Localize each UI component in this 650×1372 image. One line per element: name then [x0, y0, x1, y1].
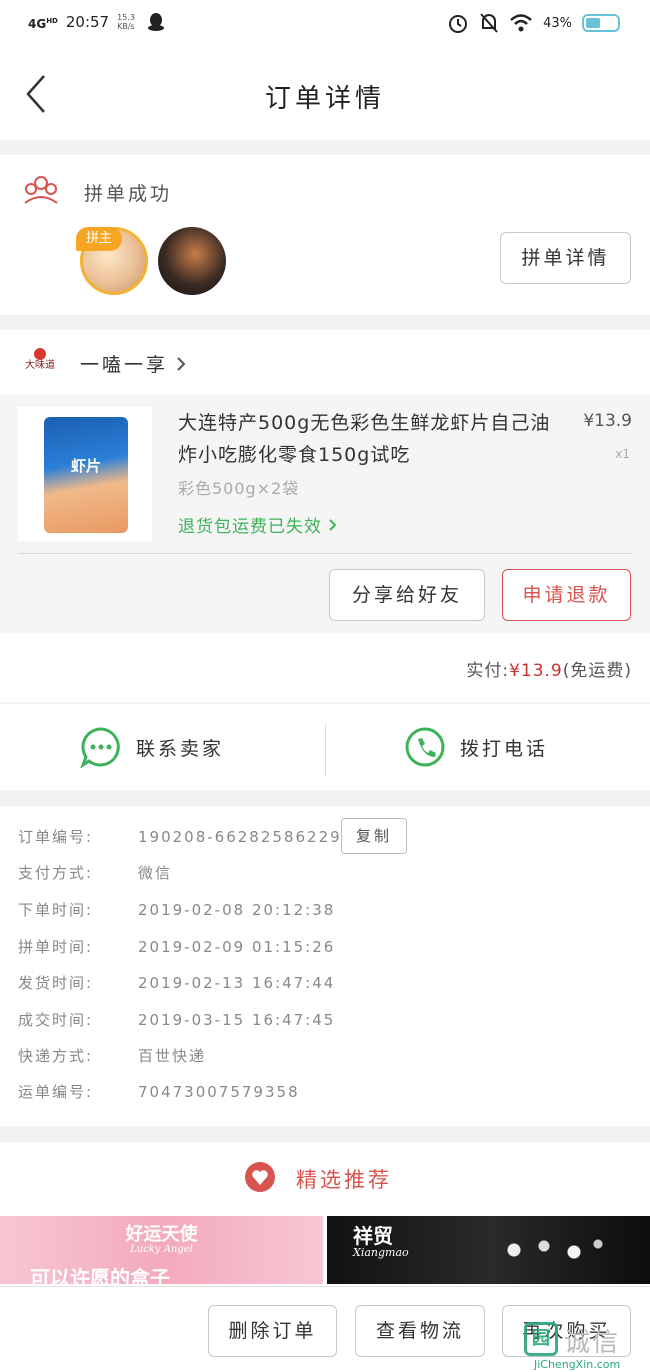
- group-detail-button[interactable]: 拼单详情: [500, 232, 631, 284]
- product-spec: 彩色500g×2袋: [178, 479, 300, 498]
- avatar-member[interactable]: [158, 227, 226, 295]
- chevron-right-icon[interactable]: [176, 356, 186, 372]
- battery-icon: [582, 14, 620, 32]
- product-quantity: x1: [615, 447, 630, 461]
- alarm-icon: [449, 15, 468, 33]
- status-bar: 4GHD 20:57 15.3 KB/s 43%: [0, 0, 650, 52]
- mute-bell-icon: [480, 13, 498, 33]
- info-row-payment-method: 支付方式: 微信: [18, 864, 173, 882]
- status-time: 20:57: [65, 13, 110, 31]
- battery-percent: 43%: [543, 15, 572, 31]
- info-row-order-time: 下单时间: 2019-02-08 20:12:38: [18, 901, 336, 919]
- host-badge: 拼主: [76, 227, 122, 251]
- store-logo[interactable]: 大味道: [22, 348, 58, 378]
- qq-icon: [148, 13, 165, 31]
- divider: [18, 553, 632, 554]
- product-title: 大连特产500g无色彩色生鲜龙虾片自己油炸小吃膨化零食150g试吃: [178, 412, 551, 466]
- order-product-card: 大味道 一嗑一享 虾片 大连特产500g无色彩色生鲜龙虾片自己油炸小吃膨化零食1…: [0, 330, 650, 702]
- divider: [325, 724, 326, 776]
- watermark-logo: 园: [524, 1322, 558, 1356]
- info-row-complete-time: 成交时间: 2019-03-15 16:47:45: [18, 1011, 336, 1029]
- call-phone-button[interactable]: 拨打电话: [404, 704, 548, 790]
- phone-icon: [405, 727, 445, 767]
- network-speed: 15.3 KB/s: [117, 13, 135, 31]
- recommend-banner-left[interactable]: 好运天使 Lucky Angel 可以许愿的盒子: [0, 1216, 323, 1284]
- contact-seller-button[interactable]: 联系卖家: [80, 704, 224, 790]
- delete-order-button[interactable]: 删除订单: [208, 1305, 337, 1357]
- group-buy-card: 拼单成功 拼主 拼单详情: [0, 155, 650, 315]
- page-title: 订单详情: [264, 84, 385, 114]
- recommend-banner-right[interactable]: 祥贸 Xiangmao: [327, 1216, 650, 1284]
- copy-button[interactable]: 复制: [341, 818, 407, 854]
- site-watermark: 园 诚信 JiChengXin.com: [524, 1322, 644, 1372]
- chat-icon: [80, 727, 120, 768]
- share-button[interactable]: 分享给好友: [329, 569, 485, 621]
- info-row-order-number: 订单编号: 190208-662825862290279: [18, 828, 388, 846]
- group-status-text: 拼单成功: [84, 183, 173, 205]
- heart-icon: [245, 1162, 275, 1192]
- product-image[interactable]: 虾片: [18, 407, 152, 541]
- product-price: ¥13.9: [583, 411, 632, 431]
- network-indicator: 4GHD: [28, 16, 58, 31]
- return-shipping-link[interactable]: 退货包运费已失效: [178, 512, 338, 537]
- recommend-title: 精选推荐: [296, 1168, 392, 1192]
- store-name[interactable]: 一嗑一享: [80, 350, 168, 377]
- refund-button[interactable]: 申请退款: [502, 569, 631, 621]
- chevron-right-icon: [329, 519, 337, 531]
- contact-row: 联系卖家 拨打电话: [0, 704, 650, 790]
- view-logistics-button[interactable]: 查看物流: [355, 1305, 485, 1357]
- order-info-card: 订单编号: 190208-662825862290279 复制 支付方式: 微信 下…: [0, 806, 650, 1126]
- info-row-tracking-number: 运单编号: 70473007579358: [18, 1083, 300, 1101]
- info-row-ship-time: 发货时间: 2019-02-13 16:47:44: [18, 974, 336, 992]
- nav-bar: 订单详情: [0, 52, 650, 140]
- info-row-group-time: 拼单时间: 2019-02-09 01:15:26: [18, 938, 336, 956]
- paid-amount: 实付:¥13.9(免运费): [466, 661, 632, 681]
- info-row-courier: 快递方式: 百世快递: [18, 1047, 207, 1065]
- group-people-icon: [24, 176, 58, 204]
- jewelry-image: [490, 1230, 610, 1270]
- wifi-icon: [510, 14, 532, 32]
